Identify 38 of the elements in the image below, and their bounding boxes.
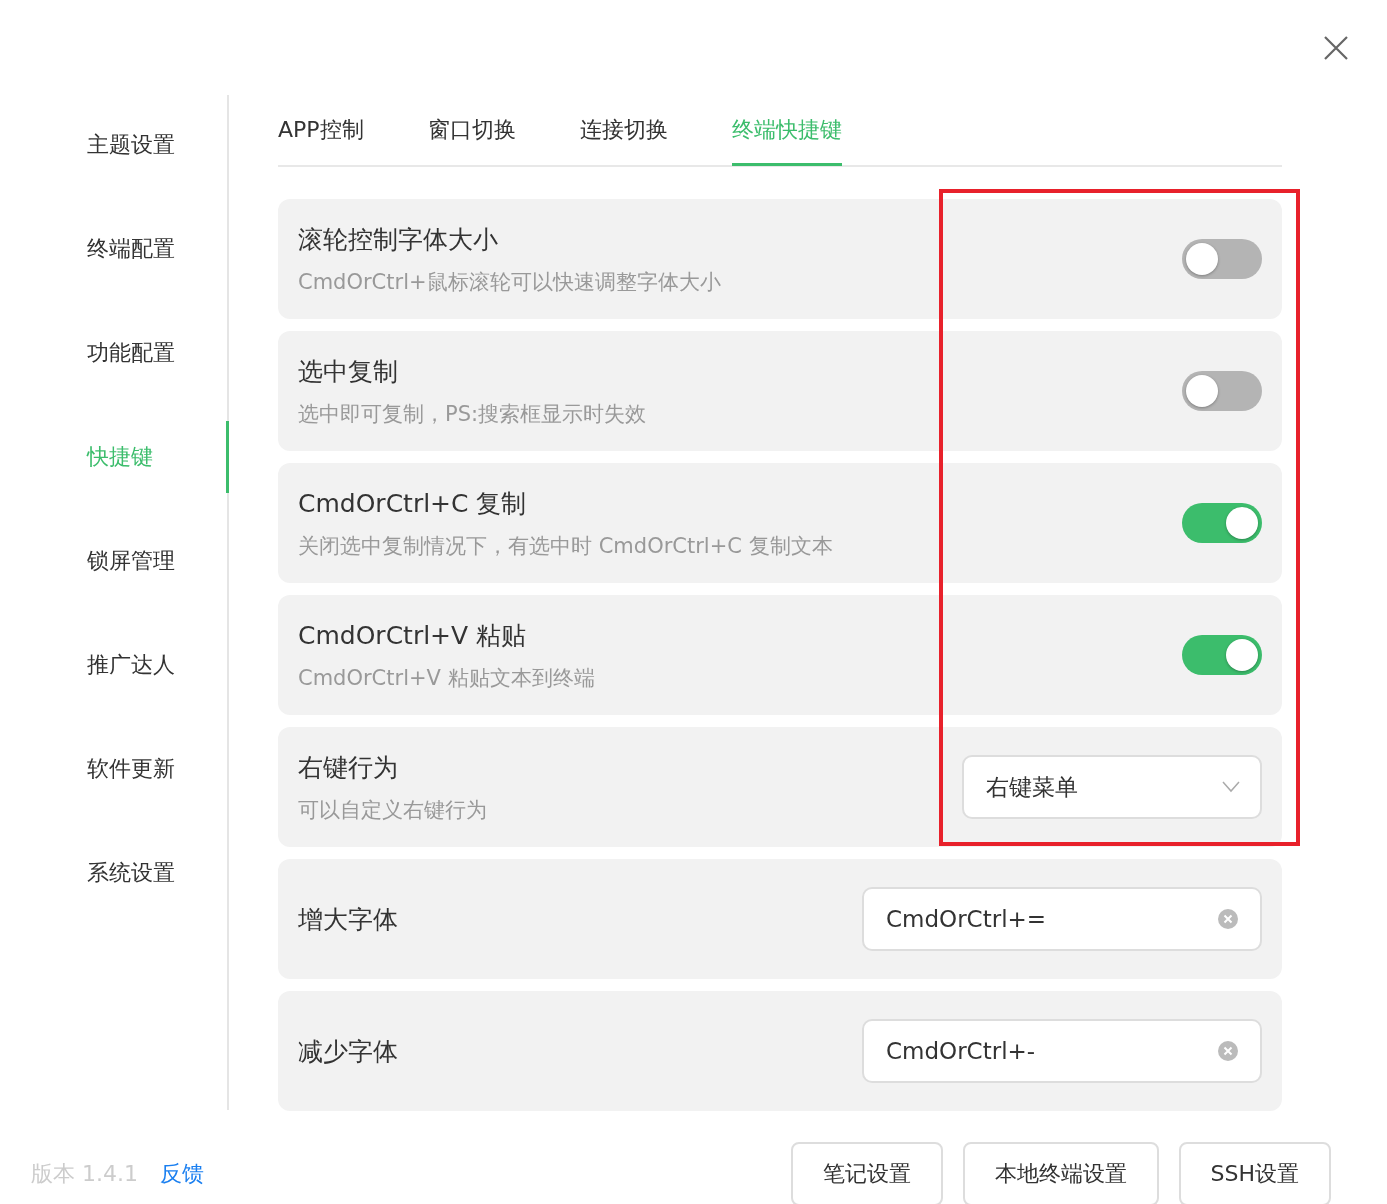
dropdown[interactable]: 右键菜单 xyxy=(962,755,1262,819)
setting-title: CmdOrCtrl+V 粘贴 xyxy=(298,619,528,652)
toggle-switch[interactable] xyxy=(1182,239,1262,279)
settings-button[interactable]: 笔记设置 xyxy=(790,1142,943,1204)
shortcut-input[interactable]: CmdOrCtrl+= xyxy=(862,887,1262,951)
close-button[interactable] xyxy=(1323,35,1349,61)
sidebar-item[interactable]: 终端配置 xyxy=(0,213,229,285)
close-icon xyxy=(1323,35,1349,61)
setting-title: 增大字体 xyxy=(298,903,398,936)
setting-description: 关闭选中复制情况下，有选中时 CmdOrCtrl+C 复制文本 xyxy=(298,532,833,560)
setting-description: CmdOrCtrl+鼠标滚轮可以快速调整字体大小 xyxy=(298,268,721,296)
setting-title: 选中复制 xyxy=(298,355,399,388)
setting-description: 选中即可复制，PS:搜索框显示时失效 xyxy=(298,400,647,428)
sidebar-item[interactable]: 主题设置 xyxy=(0,109,229,181)
setting-title: 右键行为 xyxy=(298,751,399,784)
tab[interactable]: APP控制 xyxy=(278,95,364,163)
toggle-switch[interactable] xyxy=(1182,371,1262,411)
clear-icon[interactable] xyxy=(1218,1041,1238,1061)
setting-title: CmdOrCtrl+C 复制 xyxy=(298,487,528,520)
sidebar-item[interactable]: 软件更新 xyxy=(0,733,229,805)
toggle-switch[interactable] xyxy=(1182,635,1262,675)
sidebar-item[interactable]: 功能配置 xyxy=(0,317,229,389)
tab[interactable]: 连接切换 xyxy=(579,95,668,163)
setting-description: CmdOrCtrl+V 粘贴文本到终端 xyxy=(298,664,595,692)
settings-button[interactable]: 本地终端设置 xyxy=(962,1142,1159,1204)
setting-description: 可以自定义右键行为 xyxy=(298,796,487,824)
feedback-link[interactable]: 反馈 xyxy=(160,1159,204,1189)
clear-icon[interactable] xyxy=(1218,909,1238,929)
setting-title: 减少字体 xyxy=(298,1035,398,1068)
sidebar-item[interactable]: 锁屏管理 xyxy=(0,525,229,597)
settings-button[interactable]: SSH设置 xyxy=(1178,1142,1331,1204)
sidebar-item[interactable]: 推广达人 xyxy=(0,629,229,701)
shortcut-input[interactable]: CmdOrCtrl+- xyxy=(862,1019,1262,1083)
chevron-down-icon xyxy=(1222,781,1240,793)
toggle-switch[interactable] xyxy=(1182,503,1262,543)
sidebar-item[interactable]: 系统设置 xyxy=(0,837,229,909)
tab[interactable]: 窗口切换 xyxy=(427,95,516,163)
setting-title: 滚轮控制字体大小 xyxy=(298,223,499,256)
